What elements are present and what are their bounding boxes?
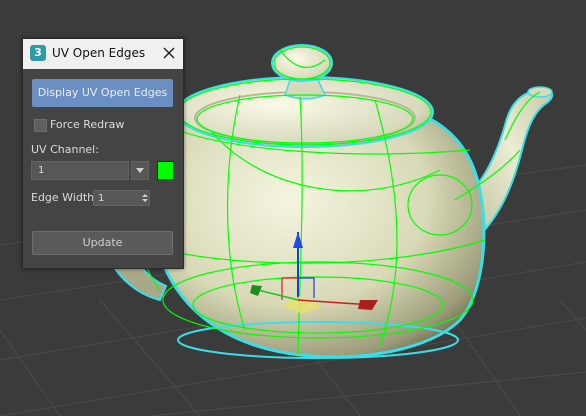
update-button[interactable]: Update — [32, 231, 173, 255]
force-redraw-label: Force Redraw — [50, 118, 125, 131]
edge-color-swatch[interactable] — [157, 161, 174, 180]
display-uv-open-edges-button[interactable]: Display UV Open Edges — [32, 79, 173, 107]
uv-channel-label: UV Channel: — [31, 143, 99, 156]
dialog-titlebar[interactable]: 3 UV Open Edges — [23, 39, 183, 69]
edge-width-spinner[interactable]: 1 — [93, 190, 150, 206]
close-icon[interactable] — [159, 43, 179, 63]
uv-channel-value: 1 — [38, 165, 45, 176]
spinner-down-icon[interactable] — [142, 199, 148, 202]
gizmo-z-label: z — [296, 221, 301, 231]
uv-open-edges-dialog: 3 UV Open Edges Display UV Open Edges Fo… — [22, 38, 184, 269]
edge-width-value: 1 — [98, 193, 105, 204]
force-redraw-checkbox[interactable] — [34, 119, 47, 132]
app-icon: 3 — [30, 45, 46, 61]
dialog-title: UV Open Edges — [52, 46, 146, 60]
uv-channel-select[interactable]: 1 — [31, 161, 129, 180]
teapot-knob-stem — [284, 79, 327, 100]
chevron-down-icon[interactable] — [131, 161, 149, 180]
edge-width-label: Edge Width: — [31, 191, 98, 204]
spinner-up-icon[interactable] — [142, 194, 148, 197]
